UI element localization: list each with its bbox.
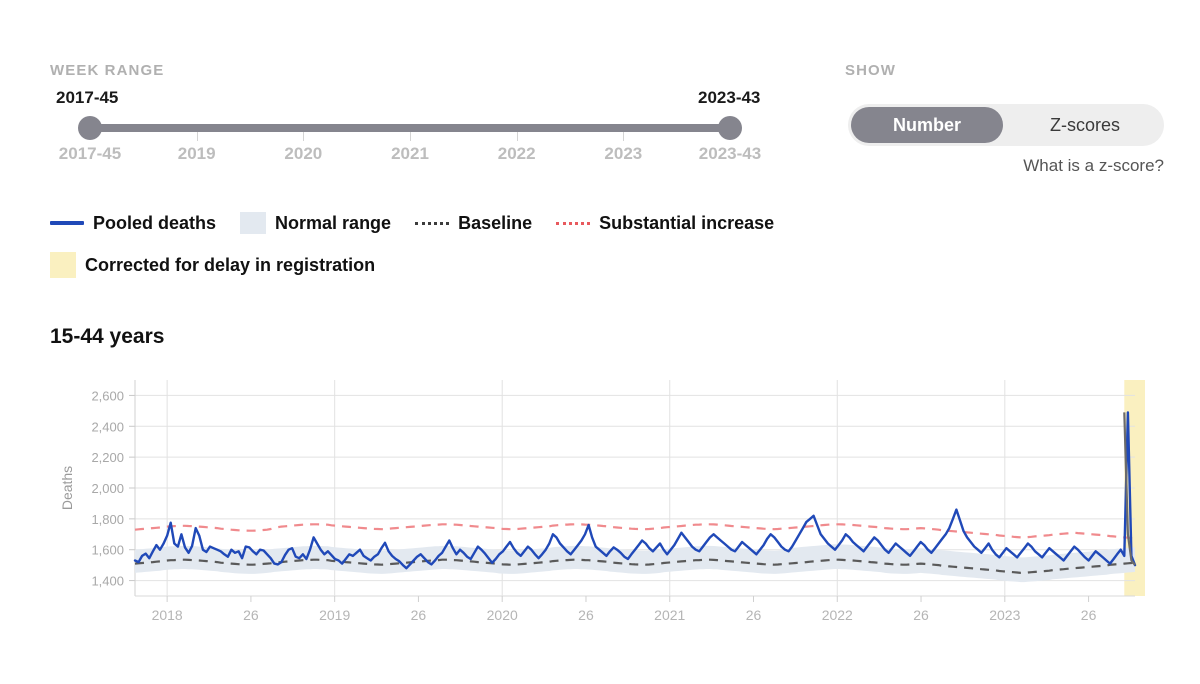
week-range-label: WEEK RANGE (50, 62, 165, 79)
slider-tick (196, 132, 198, 141)
x-tick-label: 26 (913, 607, 929, 623)
x-tick-label: 2021 (654, 607, 685, 623)
legend-row-1: Pooled deaths Normal range Baseline Subs… (50, 208, 1050, 238)
slider-axis-label: 2020 (284, 144, 323, 163)
y-axis-title: Deaths (59, 466, 75, 510)
deaths-line-chart: 1,400 1,600 1,800 2,000 2,200 2,400 2,600 Death… (59, 380, 1145, 623)
chart-area: 1,400 1,600 1,800 2,000 2,200 2,400 2,600 Death… (50, 368, 1170, 638)
x-tick-label: 26 (746, 607, 762, 623)
slider-axis-label: 2021 (391, 144, 429, 163)
x-tick-label: 2018 (152, 607, 183, 623)
legend-label-substantial-increase: Substantial increase (599, 212, 775, 233)
controls-panel: WEEK RANGE 2017-45 2023-43 2017-45 2019 20… (0, 0, 1200, 190)
x-tick-label: 2019 (319, 607, 350, 623)
show-mode-toggle[interactable]: Number Z-scores (848, 104, 1164, 146)
y-tick-label: 2,600 (91, 388, 124, 403)
baseline-swatch-icon (415, 221, 450, 225)
legend-item-substantial-increase: Substantial increase (556, 213, 774, 234)
x-tick-label: 26 (243, 607, 259, 623)
legend-label-baseline: Baseline (458, 212, 533, 233)
slider-axis-label: 2023 (604, 144, 643, 163)
legend-item-normal-range: Normal range (240, 212, 391, 234)
slider-tick (410, 132, 411, 141)
x-tick-label: 26 (578, 607, 594, 623)
x-tick-label: 26 (1081, 607, 1097, 623)
week-range-end-value: 2023-43 (698, 88, 761, 107)
chart-title: 15-44 years (50, 325, 165, 348)
y-tick-label: 2,200 (91, 450, 124, 465)
legend-item-pooled-deaths: Pooled deaths (50, 213, 216, 234)
legend-item-baseline: Baseline (415, 213, 532, 234)
chart-legend: Pooled deaths Normal range Baseline Subs… (50, 208, 1050, 292)
slider-axis-labels: 2017-45 2019 2020 2021 2022 2023 2023-43 (50, 144, 780, 168)
week-range-slider[interactable]: 2017-45 2023-43 2017-45 2019 2020 2021 2022 2… (50, 88, 780, 168)
toggle-option-zscores[interactable]: Z-scores (1009, 107, 1161, 143)
x-tick-label: 2020 (487, 607, 518, 623)
slider-track[interactable] (90, 124, 730, 132)
y-tick-label: 2,000 (91, 481, 124, 496)
slider-axis-label: 2023-43 (698, 144, 762, 163)
corrected-for-delay-swatch-icon (50, 252, 76, 278)
week-range-start-value: 2017-45 (56, 88, 119, 107)
y-tick-label: 1,600 (91, 543, 124, 558)
pooled-deaths-swatch-icon (50, 221, 84, 225)
x-tick-label: 26 (411, 607, 427, 623)
legend-item-corrected-for-delay: Corrected for delay in registration (50, 252, 375, 278)
show-label: SHOW (845, 62, 897, 79)
slider-tick (623, 132, 625, 141)
slider-tick (303, 132, 305, 141)
x-tick-label: 2022 (822, 607, 853, 623)
y-tick-label: 1,400 (91, 574, 124, 589)
what-is-a-zscore-link[interactable]: What is a z-score? (848, 156, 1164, 176)
substantial-increase-swatch-icon (556, 221, 591, 225)
y-tick-label: 2,400 (91, 419, 124, 434)
legend-label-pooled-deaths: Pooled deaths (93, 212, 217, 233)
slider-axis-label: 2022 (497, 144, 536, 163)
slider-tick (516, 132, 518, 141)
toggle-option-number[interactable]: Number (851, 107, 1003, 143)
legend-row-2: Corrected for delay in registration (50, 250, 1050, 280)
legend-label-normal-range: Normal range (275, 212, 392, 233)
legend-label-corrected-for-delay: Corrected for delay in registration (85, 254, 376, 275)
y-tick-label: 1,800 (91, 512, 124, 527)
slider-tick-marks (90, 132, 730, 142)
x-tick-label: 2023 (989, 607, 1020, 623)
slider-axis-label: 2017-45 (58, 144, 122, 163)
slider-axis-label: 2019 (177, 144, 216, 163)
normal-range-swatch-icon (240, 212, 267, 234)
